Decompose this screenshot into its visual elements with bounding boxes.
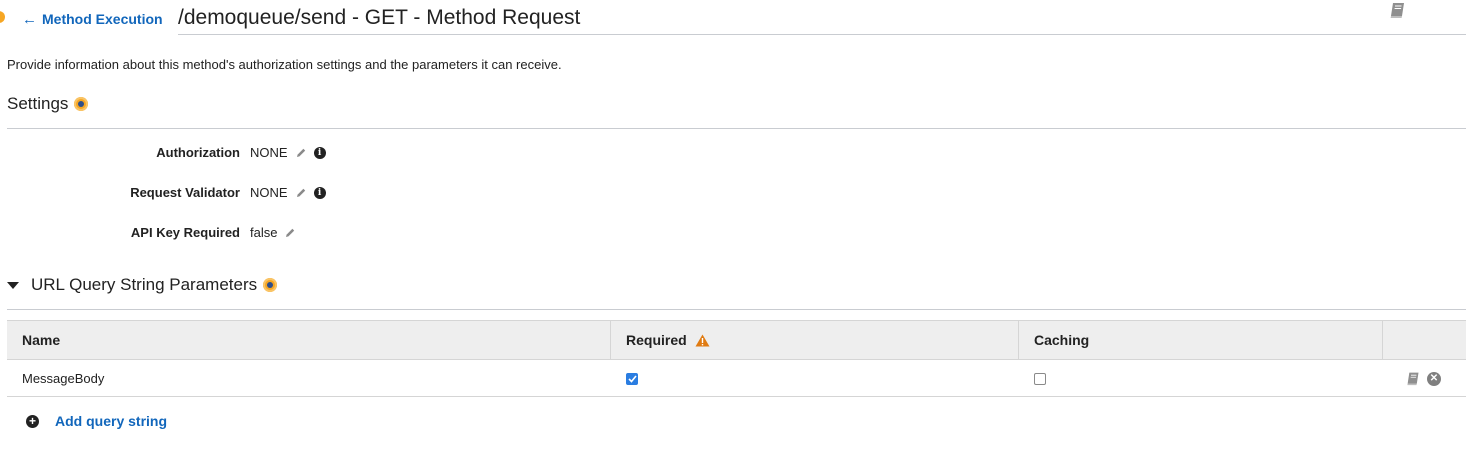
back-to-method-execution-link[interactable]: ← Method Execution bbox=[22, 11, 163, 27]
info-icon[interactable]: i bbox=[313, 186, 326, 199]
column-header-name: Name bbox=[7, 321, 611, 359]
plus-circle-icon: + bbox=[26, 414, 39, 428]
param-caching-cell bbox=[1034, 360, 1046, 397]
help-dot-icon[interactable] bbox=[263, 278, 278, 292]
page-description: Provide information about this method's … bbox=[7, 57, 562, 72]
param-name-cell: MessageBody bbox=[22, 360, 104, 397]
settings-section-title: Settings bbox=[7, 94, 89, 114]
table-row: MessageBody ✕ bbox=[7, 360, 1466, 397]
authorization-label: Authorization bbox=[156, 145, 240, 160]
settings-divider bbox=[7, 128, 1466, 129]
param-required-cell bbox=[626, 360, 638, 397]
add-query-string-button[interactable]: + Add query string bbox=[26, 413, 167, 429]
column-header-name-label: Name bbox=[22, 332, 61, 348]
param-actions-cell: ✕ bbox=[1406, 360, 1441, 397]
header-divider bbox=[178, 34, 1466, 35]
caret-down-icon bbox=[7, 281, 19, 289]
query-params-title-label: URL Query String Parameters bbox=[31, 275, 258, 294]
settings-row-authorization: Authorization NONE i bbox=[0, 145, 326, 160]
settings-row-api-key-required: API Key Required false bbox=[0, 225, 296, 240]
remove-circle-icon[interactable]: ✕ bbox=[1427, 371, 1441, 386]
book-icon[interactable] bbox=[1406, 371, 1421, 386]
checkmark-icon bbox=[627, 374, 637, 383]
column-header-caching-label: Caching bbox=[1034, 332, 1090, 348]
api-key-required-value-group: false bbox=[250, 225, 296, 240]
api-key-required-label: API Key Required bbox=[130, 225, 240, 240]
pencil-icon[interactable] bbox=[295, 147, 307, 159]
warning-icon[interactable] bbox=[695, 334, 710, 347]
pencil-icon[interactable] bbox=[284, 227, 296, 239]
authorization-value-group: NONE i bbox=[250, 145, 326, 160]
column-header-required-label: Required bbox=[626, 332, 687, 348]
query-params-section-toggle[interactable]: URL Query String Parameters bbox=[7, 275, 278, 295]
column-divider bbox=[1382, 321, 1383, 359]
column-header-caching: Caching bbox=[1019, 321, 1383, 359]
required-checkbox[interactable] bbox=[626, 372, 638, 385]
query-params-divider bbox=[7, 309, 1466, 310]
param-name: MessageBody bbox=[22, 371, 105, 386]
book-icon[interactable] bbox=[1389, 1, 1407, 19]
info-icon[interactable]: i bbox=[313, 146, 326, 159]
help-dot-icon[interactable] bbox=[74, 97, 89, 111]
help-dot-icon bbox=[0, 11, 5, 23]
add-query-string-label: Add query string bbox=[55, 413, 168, 429]
back-link-label: Method Execution bbox=[42, 11, 163, 27]
request-validator-label: Request Validator bbox=[130, 185, 240, 200]
settings-title-label: Settings bbox=[7, 94, 69, 113]
column-header-required: Required bbox=[611, 321, 1019, 359]
query-params-table-header: Name Required Caching bbox=[7, 320, 1466, 360]
request-validator-value-group: NONE i bbox=[250, 185, 326, 200]
page-title: /demoqueue/send - GET - Method Request bbox=[178, 6, 581, 29]
request-validator-value: NONE bbox=[250, 185, 288, 200]
caching-checkbox[interactable] bbox=[1034, 372, 1046, 385]
arrow-left-icon: ← bbox=[22, 10, 37, 28]
api-key-required-value: false bbox=[250, 225, 278, 240]
authorization-value: NONE bbox=[250, 145, 288, 160]
settings-row-request-validator: Request Validator NONE i bbox=[0, 185, 326, 200]
pencil-icon[interactable] bbox=[295, 187, 307, 199]
